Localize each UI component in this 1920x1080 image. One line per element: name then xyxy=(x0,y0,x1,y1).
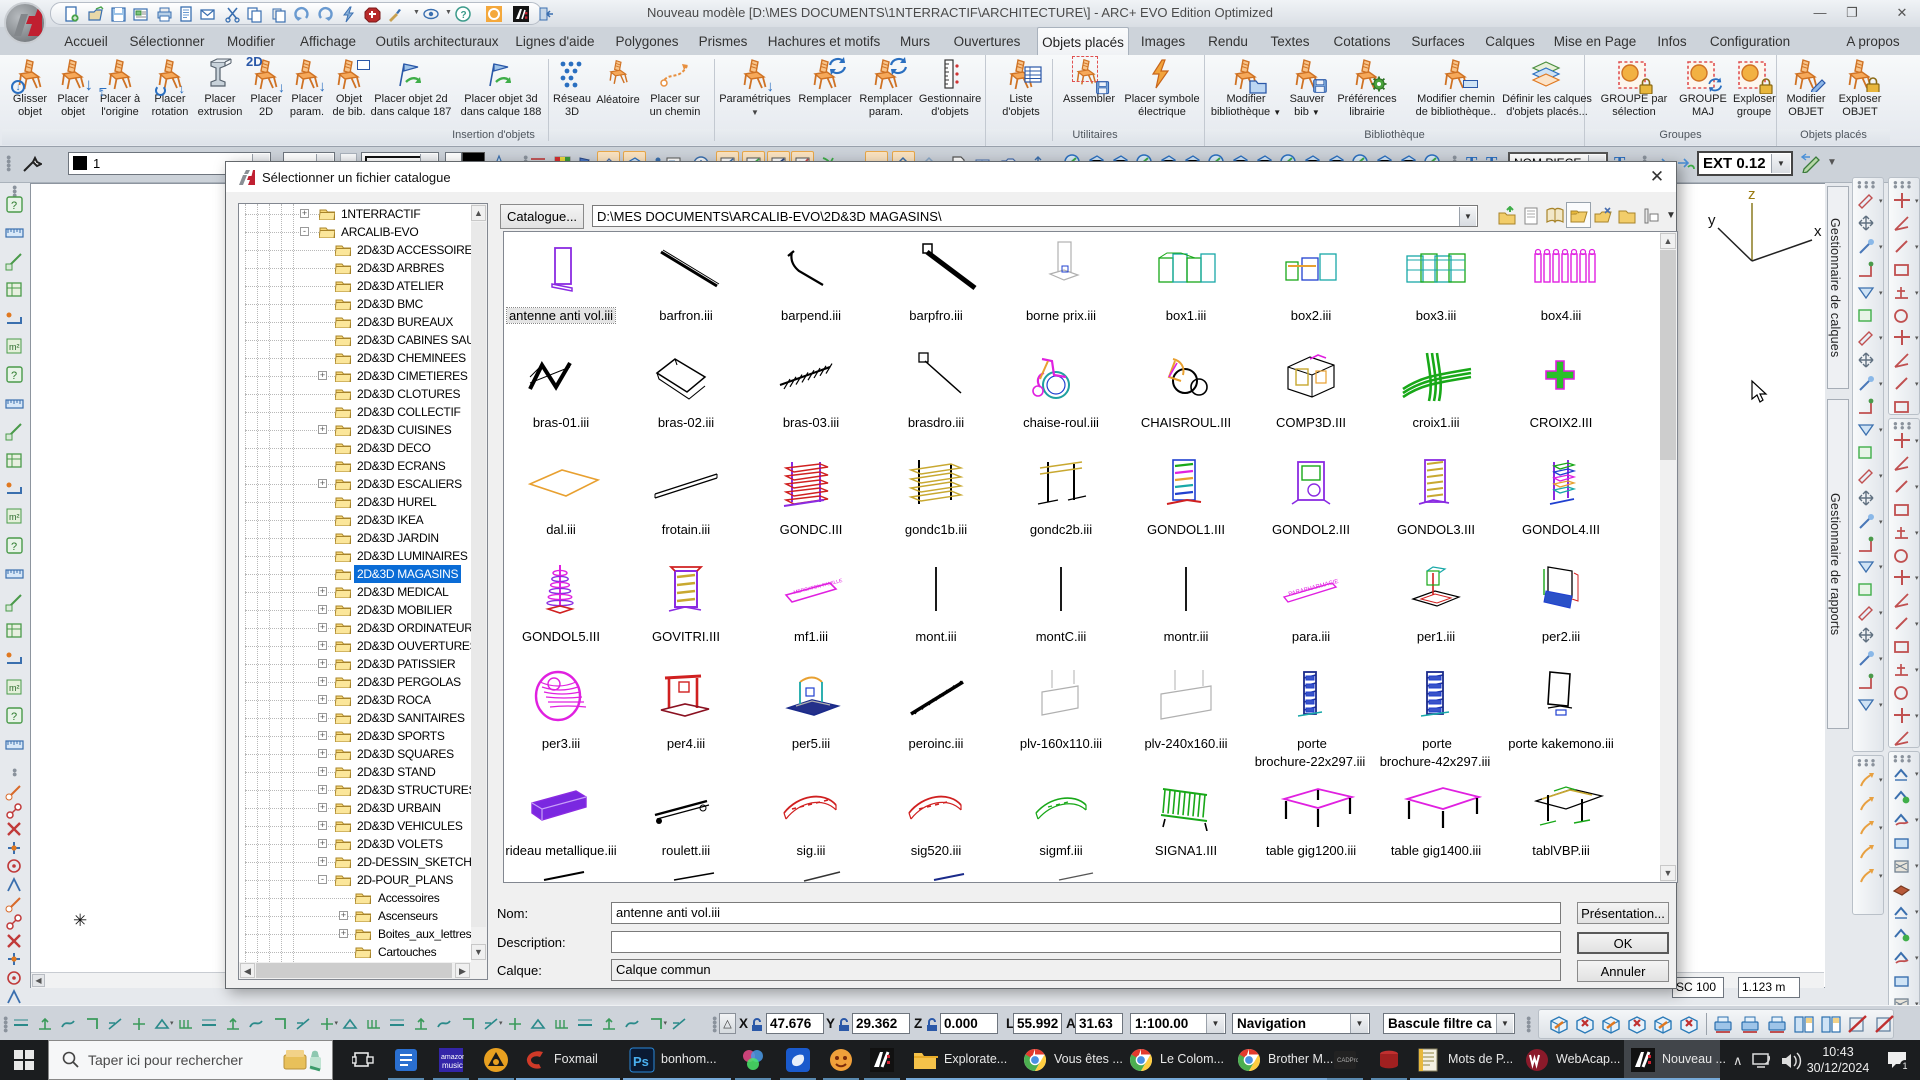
svg-text:m²: m² xyxy=(9,512,20,522)
svg-text:CADPro: CADPro xyxy=(1337,1058,1358,1064)
svg-text:y: y xyxy=(1708,212,1716,229)
svg-text:m²: m² xyxy=(9,342,20,352)
svg-text:m²: m² xyxy=(9,683,20,693)
svg-text:?: ? xyxy=(11,541,17,553)
svg-text:?: ? xyxy=(11,370,17,382)
svg-text:MERCATON FAMILLE: MERCATON FAMILLE xyxy=(793,578,844,596)
svg-text:?: ? xyxy=(11,200,17,212)
svg-text:amazon: amazon xyxy=(441,1054,464,1061)
svg-text:z: z xyxy=(1748,186,1756,203)
svg-text:1: 1 xyxy=(1903,1061,1908,1070)
svg-text:x: x xyxy=(1814,223,1822,240)
svg-text:?: ? xyxy=(11,711,17,723)
svg-text:Ps: Ps xyxy=(633,1054,649,1069)
svg-text:music: music xyxy=(442,1061,463,1070)
